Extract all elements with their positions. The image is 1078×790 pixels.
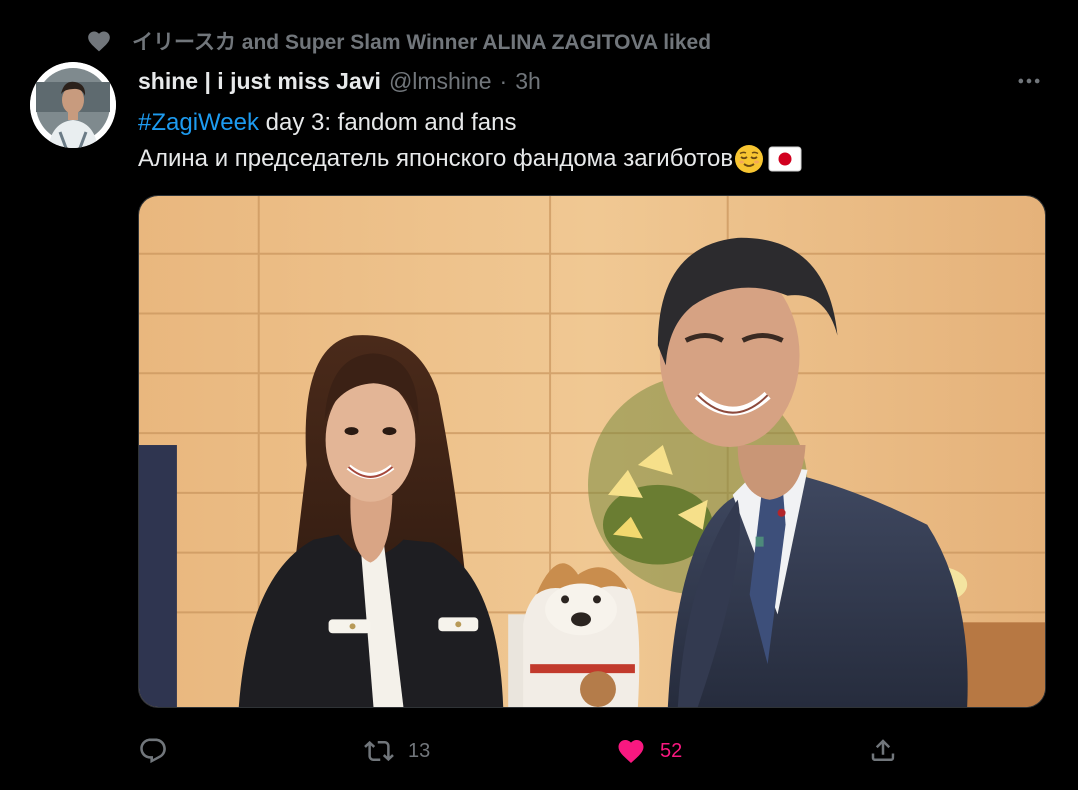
like-button[interactable]: 52 xyxy=(616,732,682,770)
handle[interactable]: @lmshine xyxy=(389,68,492,95)
tweet-text-line-1: #ZagiWeek day 3: fandom and fans xyxy=(138,105,1038,141)
tweet-text: #ZagiWeek day 3: fandom and fans Алина и… xyxy=(138,105,1038,177)
tweet-media-photo[interactable] xyxy=(138,195,1046,708)
separator-dot: · xyxy=(499,67,508,94)
heart-icon xyxy=(86,28,112,54)
retweet-icon xyxy=(364,736,394,766)
avatar[interactable] xyxy=(30,62,116,148)
tweet-text-line-1-rest: day 3: fandom and fans xyxy=(258,109,517,136)
tweet-header: shine | i just miss Javi @lmshine · 3h xyxy=(138,64,541,98)
display-name[interactable]: shine | i just miss Javi xyxy=(138,68,381,95)
timestamp[interactable]: 3h xyxy=(515,68,541,95)
hashtag-link[interactable]: #ZagiWeek xyxy=(138,105,259,141)
retweet-count: 13 xyxy=(408,739,431,762)
more-options-button[interactable] xyxy=(1014,66,1044,96)
share-icon xyxy=(868,736,898,766)
photo-image xyxy=(139,196,1045,707)
tweet-text-line-2-body: Алина и председатель японского фандома з… xyxy=(138,145,734,172)
social-context[interactable]: イリースカ and Super Slam Winner ALINA ZAGITO… xyxy=(86,26,711,56)
japan-flag-emoji xyxy=(768,146,802,172)
reply-button[interactable] xyxy=(138,732,182,770)
reply-icon xyxy=(138,736,168,766)
more-icon xyxy=(1018,78,1040,84)
avatar-image xyxy=(30,62,116,148)
like-count: 52 xyxy=(660,739,683,762)
heart-filled-icon xyxy=(616,736,646,766)
tweet-actions: 13 52 xyxy=(138,732,918,770)
retweet-button[interactable]: 13 xyxy=(364,732,430,770)
tweet-text-line-2: Алина и председатель японского фандома з… xyxy=(138,141,1038,177)
social-context-text: イリースカ and Super Slam Winner ALINA ZAGITO… xyxy=(132,31,712,54)
relieved-face-emoji xyxy=(734,144,764,174)
share-button[interactable] xyxy=(868,732,912,770)
